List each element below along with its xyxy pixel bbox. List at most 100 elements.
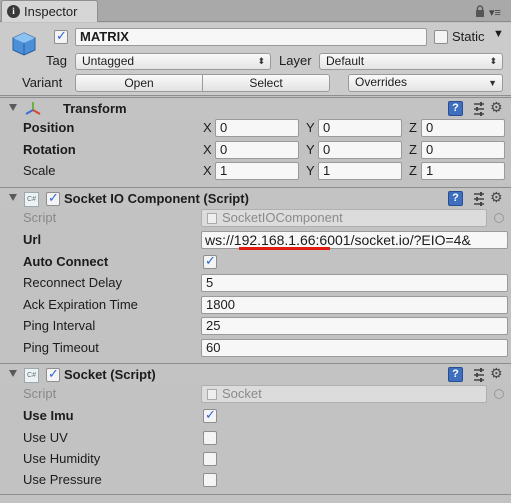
gear-icon[interactable]: ⚙ xyxy=(490,189,503,206)
reconnect-delay-label: Reconnect Delay xyxy=(23,275,122,290)
url-host: 192.168.1.66 xyxy=(233,232,316,248)
scale-z-field[interactable]: 1 xyxy=(421,162,505,180)
reconnect-delay-field[interactable]: 5 xyxy=(201,274,508,292)
url-rest: :6001/socket.io/?EIO=4& xyxy=(315,232,471,248)
axis-y-label: Y xyxy=(306,142,315,157)
axis-z-label: Z xyxy=(409,142,417,157)
auto-connect-label: Auto Connect xyxy=(23,254,109,269)
help-icon[interactable]: ? xyxy=(448,367,463,382)
axis-z-label: Z xyxy=(409,163,417,178)
static-dropdown-icon[interactable]: ▼ xyxy=(493,28,504,40)
socketio-script-field[interactable]: SocketIOComponent xyxy=(201,209,487,227)
position-x-field[interactable]: 0 xyxy=(215,119,299,137)
csharp-script-icon: C# xyxy=(24,192,39,207)
overrides-dropdown[interactable]: Overrides ▼ xyxy=(348,74,503,92)
script-file-icon xyxy=(207,389,217,400)
tag-label: Tag xyxy=(46,53,67,68)
static-label: Static xyxy=(452,29,485,44)
use-imu-checkbox[interactable]: ✓ xyxy=(203,407,217,423)
transform-header[interactable]: Transform ? ⚙ xyxy=(0,97,511,120)
rotation-z-field[interactable]: 0 xyxy=(421,141,505,159)
ping-interval-field[interactable]: 25 xyxy=(201,317,508,335)
transform-title: Transform xyxy=(63,101,127,116)
help-icon[interactable]: ? xyxy=(448,191,463,206)
socket-script-value: Socket xyxy=(222,386,262,401)
gear-icon[interactable]: ⚙ xyxy=(490,365,503,382)
position-label: Position xyxy=(23,120,75,135)
info-icon: i xyxy=(7,5,20,18)
rotation-x-field[interactable]: 0 xyxy=(215,141,299,159)
help-icon[interactable]: ? xyxy=(448,101,463,116)
use-humidity-label: Use Humidity xyxy=(23,451,101,466)
check-icon: ✓ xyxy=(56,28,67,43)
static-checkbox[interactable] xyxy=(434,30,448,44)
object-picker-icon[interactable] xyxy=(494,389,504,399)
section-divider xyxy=(0,494,511,495)
auto-connect-checkbox[interactable]: ✓ xyxy=(203,253,217,269)
object-name-field[interactable]: MATRIX xyxy=(75,28,427,46)
gear-icon[interactable]: ⚙ xyxy=(490,99,503,116)
socket-script-field[interactable]: Socket xyxy=(201,385,487,403)
url-label: Url xyxy=(23,232,42,247)
socketio-script-value: SocketIOComponent xyxy=(222,210,343,225)
check-icon: ✓ xyxy=(48,366,59,381)
scale-x-field[interactable]: 1 xyxy=(215,162,299,180)
socket-header[interactable]: C# ✓ Socket (Script) ? ⚙ xyxy=(0,363,511,386)
rotation-y-field[interactable]: 0 xyxy=(318,141,402,159)
tab-menu-icon[interactable]: ▾≡ xyxy=(489,6,501,19)
tab-strip: i Inspector ▾≡ xyxy=(0,0,511,22)
active-checkbox[interactable]: ✓ xyxy=(54,28,68,44)
scale-label: Scale xyxy=(23,163,56,178)
layer-dropdown[interactable]: Default ⬍ xyxy=(319,53,503,70)
scale-y-field[interactable]: 1 xyxy=(318,162,402,180)
layer-label: Layer xyxy=(279,53,312,68)
tab-inspector[interactable]: i Inspector xyxy=(1,0,98,22)
open-button[interactable]: Open xyxy=(75,74,203,92)
script-file-icon xyxy=(207,213,217,224)
lock-icon[interactable] xyxy=(475,5,485,17)
socketio-enabled-checkbox[interactable]: ✓ xyxy=(46,190,60,206)
check-icon: ✓ xyxy=(205,253,216,268)
transform-axes-icon xyxy=(25,102,41,115)
chevron-updown-icon: ⬍ xyxy=(489,56,497,66)
ack-expiration-field[interactable]: 1800 xyxy=(201,296,508,314)
csharp-script-icon: C# xyxy=(24,368,39,383)
foldout-arrow-icon[interactable] xyxy=(9,370,17,377)
tag-value: Untagged xyxy=(82,54,135,68)
preset-icon[interactable] xyxy=(472,101,486,117)
axis-z-label: Z xyxy=(409,120,417,135)
axis-x-label: X xyxy=(203,120,212,135)
foldout-arrow-icon[interactable] xyxy=(9,194,17,201)
select-button[interactable]: Select xyxy=(202,74,330,92)
variant-label: Variant xyxy=(22,75,63,90)
ping-timeout-field[interactable]: 60 xyxy=(201,339,508,357)
position-z-field[interactable]: 0 xyxy=(421,119,505,137)
gameobject-header: ✓ MATRIX Static ▼ Tag Untagged ⬍ Layer D… xyxy=(0,23,511,96)
url-host-highlight xyxy=(239,247,330,250)
chevron-down-icon: ▼ xyxy=(488,78,497,88)
preset-icon[interactable] xyxy=(472,191,486,207)
axis-y-label: Y xyxy=(306,163,315,178)
axis-y-label: Y xyxy=(306,120,315,135)
use-imu-label: Use Imu xyxy=(23,408,74,423)
use-pressure-checkbox[interactable] xyxy=(203,473,217,487)
use-pressure-label: Use Pressure xyxy=(23,472,102,487)
position-y-field[interactable]: 0 xyxy=(318,119,402,137)
gameobject-icon xyxy=(12,32,36,56)
preset-icon[interactable] xyxy=(472,367,486,383)
socket-enabled-checkbox[interactable]: ✓ xyxy=(46,366,60,382)
socketio-title: Socket IO Component (Script) xyxy=(64,191,249,206)
use-uv-checkbox[interactable] xyxy=(203,431,217,445)
ack-expiration-label: Ack Expiration Time xyxy=(23,297,138,312)
tab-inspector-label: Inspector xyxy=(24,4,78,19)
axis-x-label: X xyxy=(203,142,212,157)
ping-interval-label: Ping Interval xyxy=(23,318,96,333)
socketio-header[interactable]: C# ✓ Socket IO Component (Script) ? ⚙ xyxy=(0,187,511,210)
use-humidity-checkbox[interactable] xyxy=(203,452,217,466)
script-label: Script xyxy=(23,386,57,401)
object-picker-icon[interactable] xyxy=(494,213,504,223)
tag-dropdown[interactable]: Untagged ⬍ xyxy=(75,53,271,70)
axis-x-label: X xyxy=(203,163,212,178)
foldout-arrow-icon[interactable] xyxy=(9,104,17,111)
overrides-label: Overrides xyxy=(355,75,408,89)
